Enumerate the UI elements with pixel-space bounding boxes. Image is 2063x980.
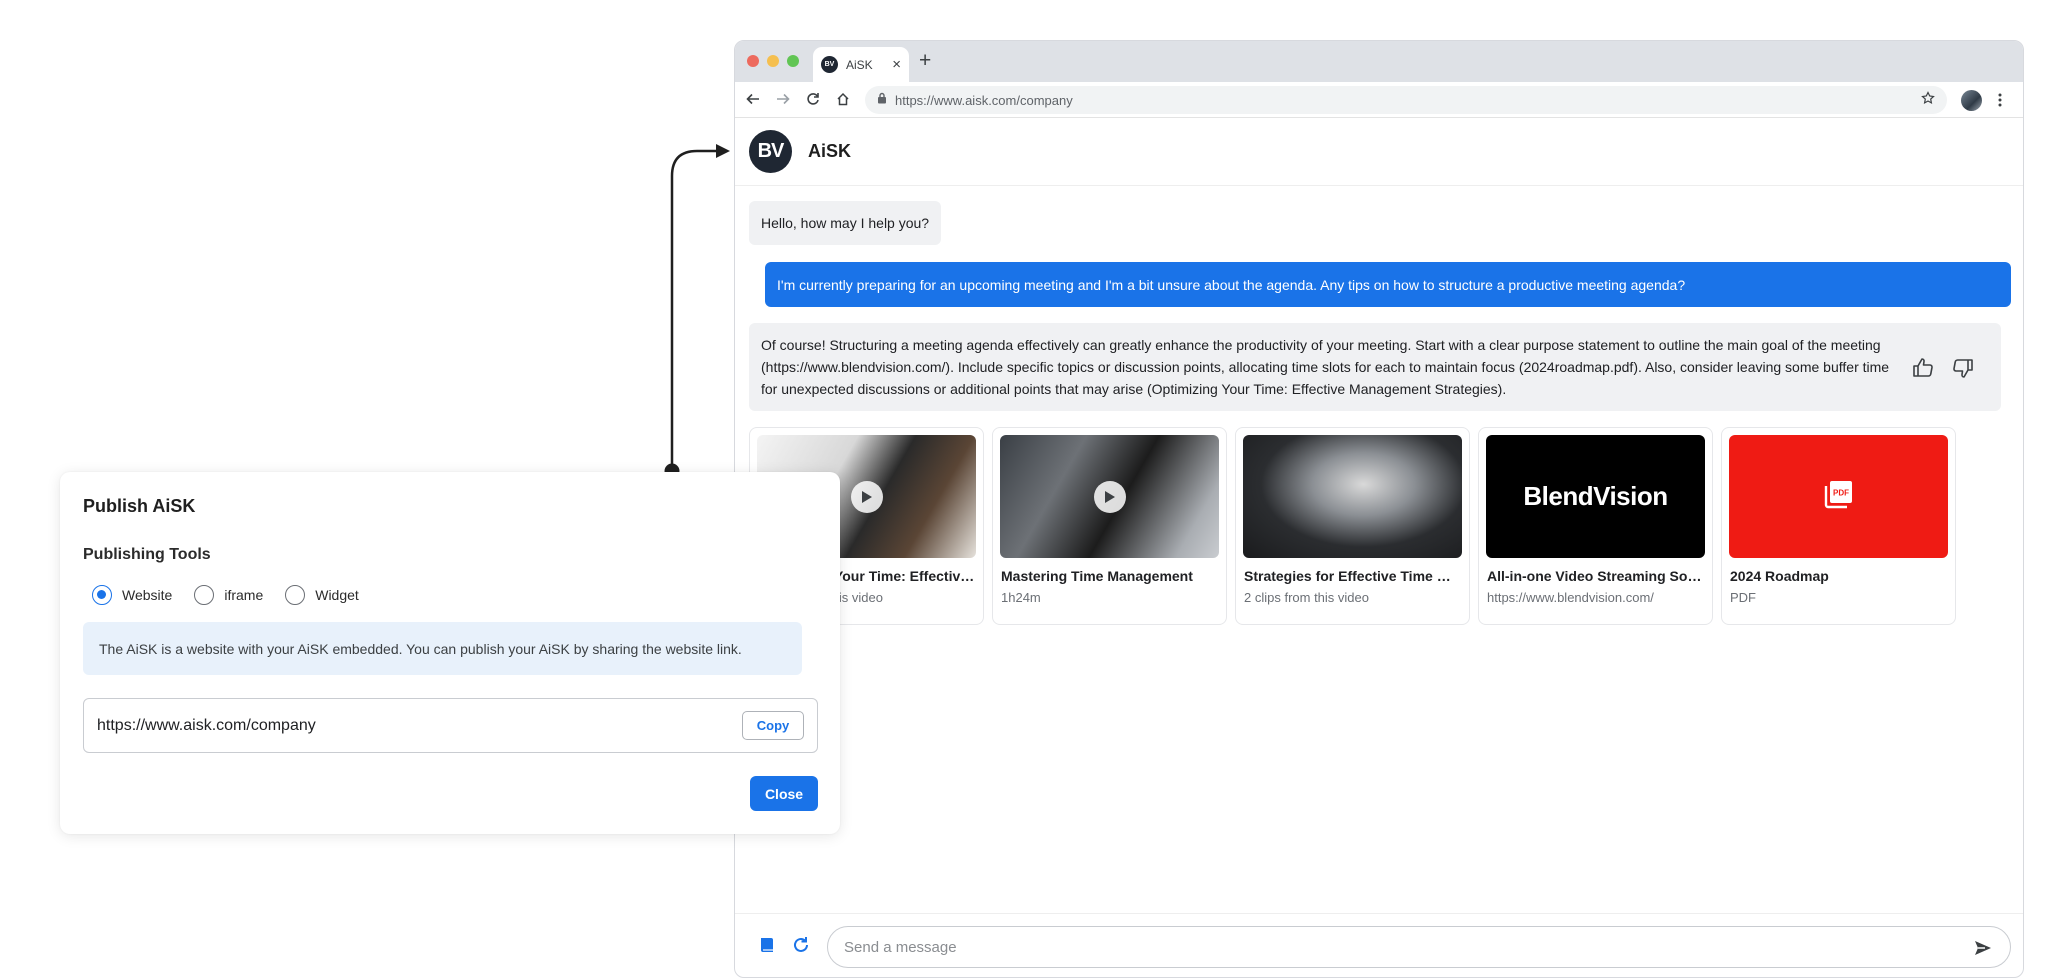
play-icon[interactable] [1093, 480, 1126, 513]
source-card[interactable]: BlendVision All-in-one Video Streaming S… [1478, 427, 1713, 625]
browser-window: BV AiSK × + https://www.aisk.com/company [734, 40, 2024, 978]
svg-text:PDF: PDF [1833, 489, 1849, 498]
refresh-icon[interactable] [791, 935, 811, 955]
window-close-button[interactable] [747, 55, 759, 67]
source-card[interactable]: Mastering Time Management 1h24m [992, 427, 1227, 625]
source-card[interactable]: PDF 2024 Roadmap PDF [1721, 427, 1956, 625]
address-bar[interactable]: https://www.aisk.com/company [865, 86, 1947, 114]
play-icon[interactable] [850, 480, 883, 513]
publishing-options: Website iframe Widget [92, 585, 381, 605]
option-label: iframe [224, 587, 264, 603]
tab-title: AiSK [846, 57, 873, 72]
favicon-icon: BV [821, 56, 838, 73]
card-title: Strategies for Effective Time Management [1244, 568, 1462, 584]
kebab-menu-icon[interactable] [1997, 91, 2003, 109]
info-message: The AiSK is a website with your AiSK emb… [83, 622, 802, 675]
source-cards: Optimizing Your Time: Effective Manageme… [749, 427, 1956, 625]
app-name: AiSK [808, 141, 852, 161]
close-button[interactable]: Close [750, 776, 818, 811]
pdf-icon: PDF [1823, 478, 1855, 515]
profile-avatar[interactable] [1961, 90, 1982, 111]
radio-iframe[interactable] [194, 585, 215, 605]
card-subtitle: 2 clips from this video [1244, 590, 1369, 605]
browser-tab[interactable]: BV AiSK × [813, 47, 909, 82]
message-input[interactable] [827, 926, 2011, 968]
card-subtitle: PDF [1730, 590, 1756, 605]
bot-reply-text: Of course! Structuring a meeting agenda … [761, 337, 1890, 397]
publishing-tools-heading: Publishing Tools [83, 546, 211, 563]
card-title: Mastering Time Management [1001, 568, 1193, 584]
option-widget[interactable]: Widget [285, 585, 359, 605]
close-icon[interactable]: × [892, 57, 901, 72]
message-composer [735, 913, 2023, 977]
thumbs-down-icon[interactable] [1951, 356, 1975, 380]
radio-widget[interactable] [285, 585, 306, 605]
option-label: Website [122, 587, 173, 603]
video-thumbnail [1000, 435, 1219, 558]
publish-url-field[interactable]: https://www.aisk.com/company Copy [83, 698, 818, 753]
option-website[interactable]: Website [92, 585, 172, 605]
book-icon[interactable] [757, 935, 777, 955]
window-minimize-button[interactable] [767, 55, 779, 67]
option-label: Widget [315, 587, 359, 603]
blendvision-logo: BlendVision [1523, 481, 1668, 511]
video-thumbnail [1243, 435, 1462, 558]
publish-url[interactable]: https://www.aisk.com/company [97, 717, 742, 735]
dialog-title: Publish AiSK [83, 496, 196, 516]
card-subtitle: 1h24m [1001, 590, 1041, 605]
bot-greeting-bubble: Hello, how may I help you? [749, 201, 942, 245]
back-arrow-icon[interactable] [743, 89, 763, 109]
copy-button[interactable]: Copy [742, 711, 804, 740]
plus-icon[interactable]: + [919, 50, 931, 71]
send-icon[interactable] [1973, 938, 1993, 958]
tab-strip: BV AiSK × + [735, 41, 2023, 82]
url-text: https://www.aisk.com/company [895, 92, 1073, 108]
app-header: BV AiSK [735, 118, 2023, 186]
forward-arrow-icon[interactable] [773, 89, 793, 109]
reload-icon[interactable] [803, 89, 823, 109]
source-card[interactable]: Strategies for Effective Time Management… [1235, 427, 1470, 625]
bot-reply-bubble: Of course! Structuring a meeting agenda … [749, 323, 2001, 411]
card-title: 2024 Roadmap [1730, 568, 1829, 584]
website-thumbnail: BlendVision [1486, 435, 1705, 558]
window-maximize-button[interactable] [787, 55, 799, 67]
radio-website[interactable] [92, 585, 112, 605]
browser-toolbar: https://www.aisk.com/company [735, 82, 2023, 118]
home-icon[interactable] [833, 89, 853, 109]
user-message-bubble: I'm currently preparing for an upcoming … [765, 262, 2011, 307]
publish-dialog: Publish AiSK Publishing Tools Website if… [60, 472, 840, 834]
option-iframe[interactable]: iframe [194, 585, 263, 605]
pdf-thumbnail: PDF [1729, 435, 1948, 558]
card-subtitle: https://www.blendvision.com/ [1487, 590, 1654, 605]
lock-icon [877, 91, 887, 109]
thumbs-up-icon[interactable] [1911, 356, 1935, 380]
star-icon[interactable] [1921, 90, 1935, 110]
card-title: All-in-one Video Streaming Solution [1487, 568, 1705, 584]
brand-logo: BV [749, 130, 792, 173]
